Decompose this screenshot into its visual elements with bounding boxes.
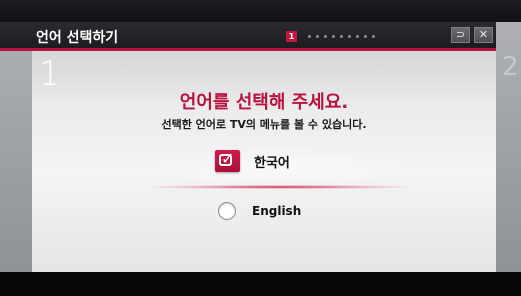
step-dot bbox=[308, 34, 311, 38]
step-dot bbox=[340, 34, 343, 38]
step-indicator: 1 bbox=[286, 30, 375, 42]
step-dot bbox=[324, 34, 327, 38]
previous-step-panel bbox=[0, 22, 32, 272]
focus-underline bbox=[150, 185, 410, 189]
close-button[interactable]: ✕ bbox=[474, 27, 493, 43]
language-option-label: English bbox=[252, 204, 302, 218]
language-option-label: 한국어 bbox=[254, 155, 290, 171]
current-step-number: 1 bbox=[39, 54, 61, 94]
instruction-subtitle: 선택한 언어로 TV의 메뉴를 볼 수 있습니다. bbox=[161, 118, 367, 131]
language-option-korean[interactable]: ✓ 한국어 bbox=[215, 149, 290, 172]
next-step-number: 2 bbox=[502, 52, 519, 82]
close-icon: ✕ bbox=[478, 28, 489, 41]
back-button[interactable]: ⊃ bbox=[451, 27, 470, 43]
step-dot bbox=[356, 34, 359, 38]
top-frame bbox=[0, 0, 521, 22]
step-dot bbox=[332, 34, 335, 38]
radio-unselected-icon[interactable] bbox=[218, 202, 236, 220]
bottom-frame bbox=[0, 272, 521, 296]
instruction-title: 언어를 선택해 주세요. bbox=[179, 92, 349, 113]
language-option-english[interactable]: English bbox=[218, 202, 301, 220]
checkbox-checked-icon[interactable]: ✓ bbox=[215, 149, 240, 172]
step-dot bbox=[348, 34, 351, 38]
header-left-block bbox=[0, 22, 32, 48]
step-dot bbox=[316, 34, 319, 38]
step-dots bbox=[303, 34, 375, 38]
page-title: 언어 선택하기 bbox=[36, 30, 119, 46]
back-icon: ⊃ bbox=[455, 28, 466, 41]
header-accent-line bbox=[0, 48, 496, 51]
step-dot bbox=[364, 34, 367, 38]
current-step-badge: 1 bbox=[286, 30, 297, 42]
step-dot bbox=[372, 34, 375, 38]
